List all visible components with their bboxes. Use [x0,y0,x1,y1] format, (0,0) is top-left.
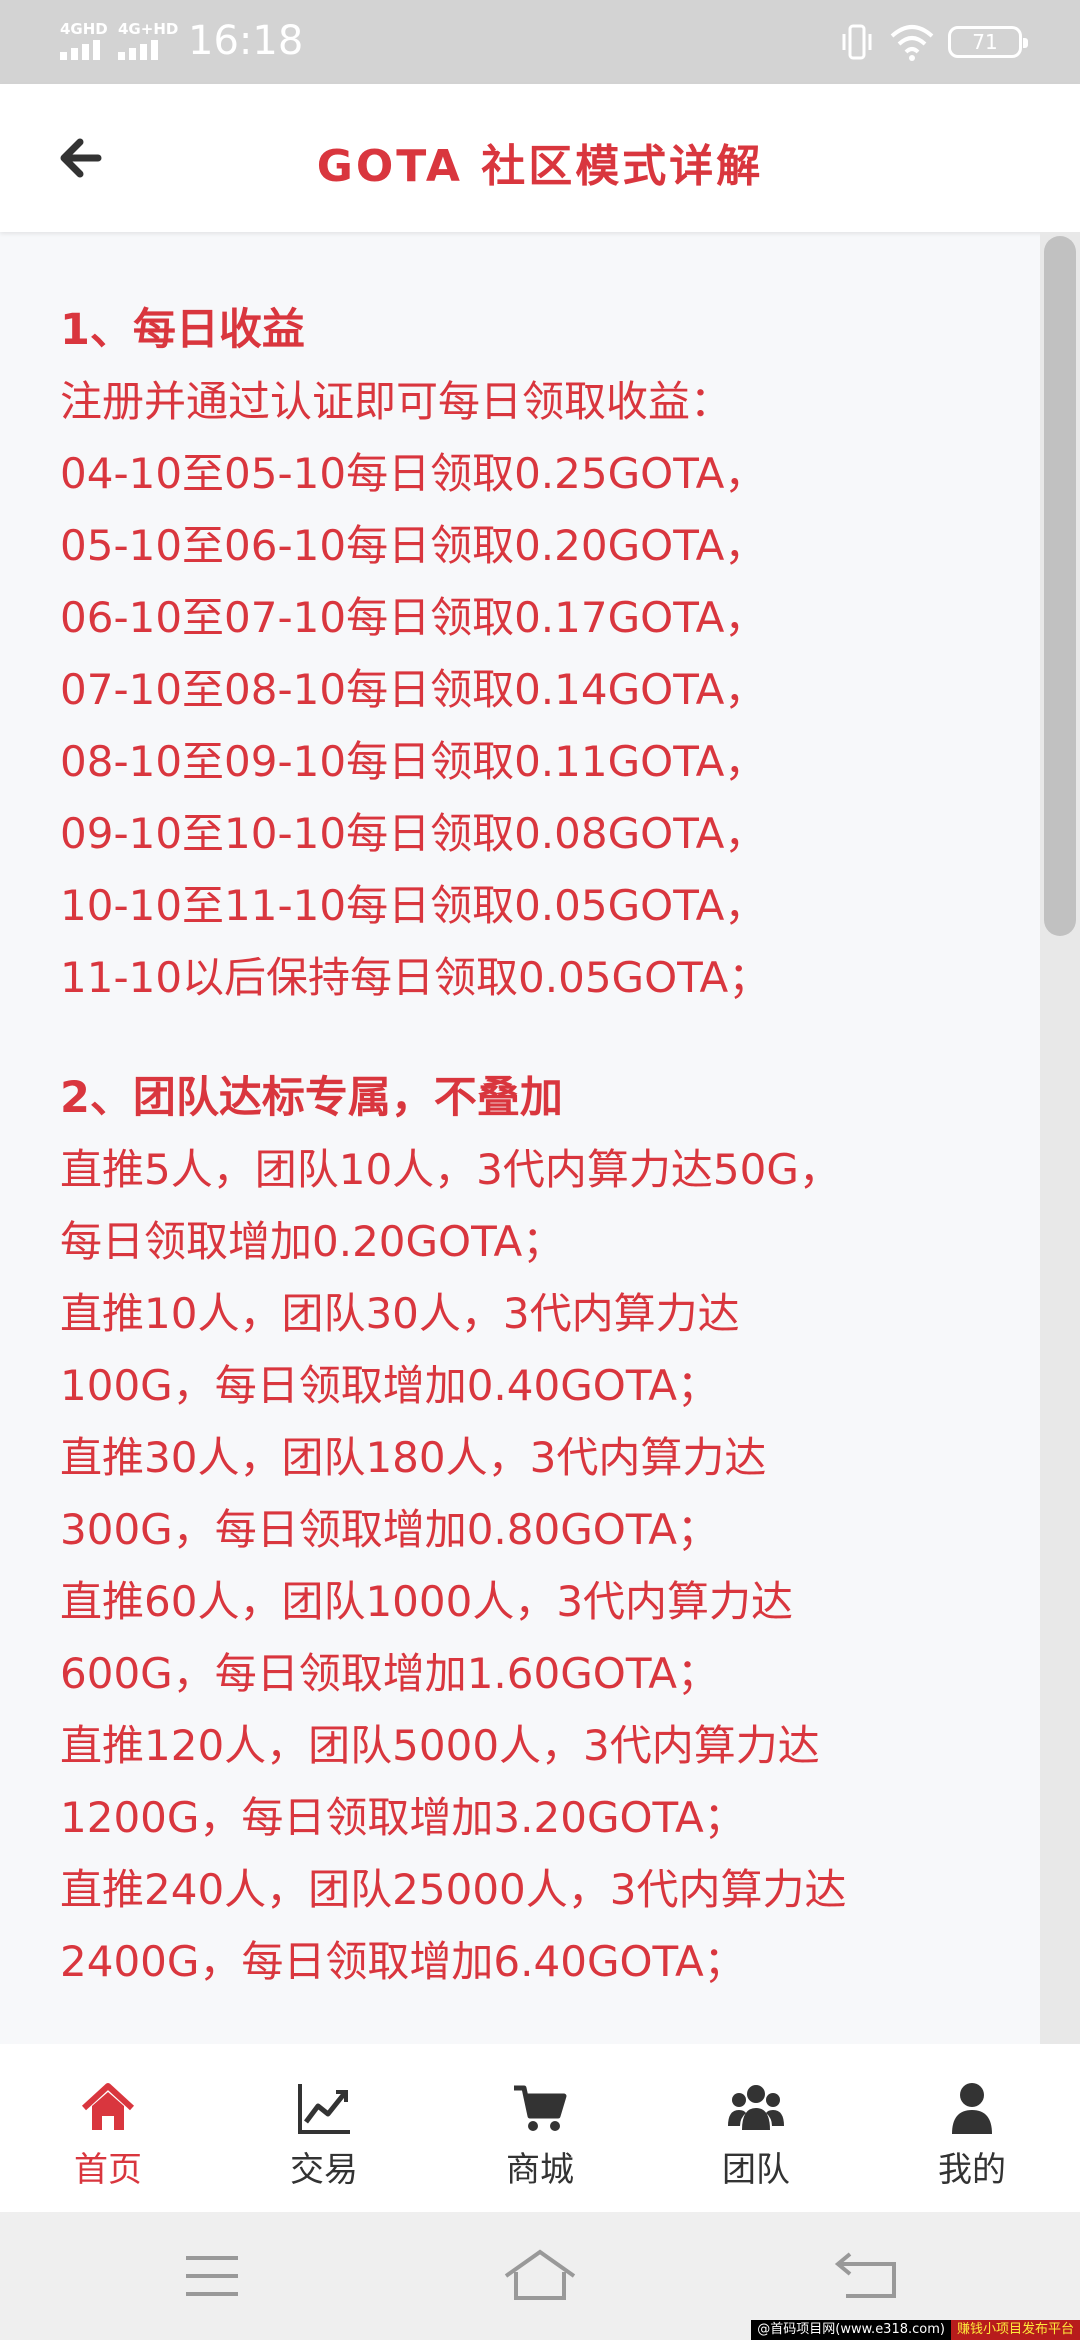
section-heading: 1、每日收益 [60,305,305,355]
article-content: 1、每日收益 注册并通过认证即可每日领取收益： 04-10至05-10每日领取0… [0,232,1040,2044]
text-line: 直推5人，团队10人，3代内算力达50G， [60,1145,841,1194]
menu-icon[interactable] [172,2246,252,2306]
app-header: GOTA 社区模式详解 [0,84,1080,232]
watermark: @首码项目网(www.e318.com) 赚钱小项目发布平台 [751,2320,1080,2340]
sim2-signal: 4G+HD [118,20,178,60]
text-line: 10-10至11-10每日领取0.05GOTA， [60,881,767,930]
section-team-bonus: 2、团队达标专属，不叠加 直推5人，团队10人，3代内算力达50G， 每日领取增… [60,1062,1040,1998]
text-line: 05-10至06-10每日领取0.20GOTA， [60,521,767,570]
vibrate-icon [842,24,872,60]
scrollbar[interactable] [1040,232,1080,2044]
text-line: 直推10人，团队30人，3代内算力达 [60,1289,740,1338]
status-time: 16:18 [188,18,304,64]
tab-home[interactable]: 首页 [0,2044,216,2212]
signal-bars-icon [118,40,158,60]
battery-icon: 71 [948,26,1028,58]
signal-bars-icon [60,40,100,60]
tab-label: 我的 [938,2150,1006,2190]
text-line: 直推30人，团队180人，3代内算力达 [60,1433,767,1482]
tab-label: 首页 [74,2150,142,2190]
users-icon [728,2085,784,2130]
tab-label: 交易 [290,2150,358,2190]
tab-mall[interactable]: 商城 [432,2044,648,2212]
status-bar: 4GHD 4G+HD 16:18 71 [0,0,1080,84]
section-heading: 2、团队达标专属，不叠加 [60,1073,563,1123]
text-line: 300G，每日领取增加0.80GOTA； [60,1505,719,1554]
sim2-network-label: 4G+HD [118,20,179,38]
watermark-site: @首码项目网(www.e318.com) [751,2320,951,2340]
user-icon [952,2083,992,2134]
sim1-signal: 4GHD [60,20,114,60]
section-daily-income: 1、每日收益 注册并通过认证即可每日领取收益： 04-10至05-10每日领取0… [60,294,1040,1014]
tab-label: 商城 [506,2150,574,2190]
tab-trade[interactable]: 交易 [216,2044,432,2212]
home-outline-icon[interactable] [500,2246,580,2306]
wifi-icon [890,25,934,61]
text-line: 09-10至10-10每日领取0.08GOTA， [60,809,767,858]
watermark-slogan: 赚钱小项目发布平台 [950,2320,1080,2340]
text-line: 直推120人，团队5000人，3代内算力达 [60,1721,820,1770]
home-icon [81,2083,135,2130]
tab-team[interactable]: 团队 [648,2044,864,2212]
cart-icon [514,2085,567,2131]
text-line: 07-10至08-10每日领取0.14GOTA， [60,665,767,714]
text-line: 08-10至09-10每日领取0.11GOTA， [60,737,767,786]
text-line: 直推240人，团队25000人，3代内算力达 [60,1865,847,1914]
text-line: 直推60人，团队1000人，3代内算力达 [60,1577,794,1626]
sim1-network-label: 4GHD [60,20,108,38]
text-line: 1200G，每日领取增加3.20GOTA； [60,1793,746,1842]
text-line: 注册并通过认证即可每日领取收益： [60,377,733,426]
text-line: 100G，每日领取增加0.40GOTA； [60,1361,719,1410]
text-line: 每日领取增加0.20GOTA； [60,1217,565,1266]
chart-line-icon [298,2084,350,2134]
back-icon[interactable] [830,2246,910,2306]
text-line: 600G，每日领取增加1.60GOTA； [60,1649,719,1698]
page-title: GOTA 社区模式详解 [316,141,764,192]
tab-label: 团队 [722,2150,790,2190]
text-line: 11-10以后保持每日领取0.05GOTA； [60,953,771,1002]
bottom-tab-bar: 首页 交易 商城 团队 我的 [0,2044,1080,2212]
battery-level: 71 [972,30,998,54]
text-line: 06-10至07-10每日领取0.17GOTA， [60,593,767,642]
text-line: 04-10至05-10每日领取0.25GOTA， [60,449,767,498]
tab-mine[interactable]: 我的 [864,2044,1080,2212]
text-line: 2400G，每日领取增加6.40GOTA； [60,1937,746,1986]
scrollbar-thumb[interactable] [1044,236,1076,936]
